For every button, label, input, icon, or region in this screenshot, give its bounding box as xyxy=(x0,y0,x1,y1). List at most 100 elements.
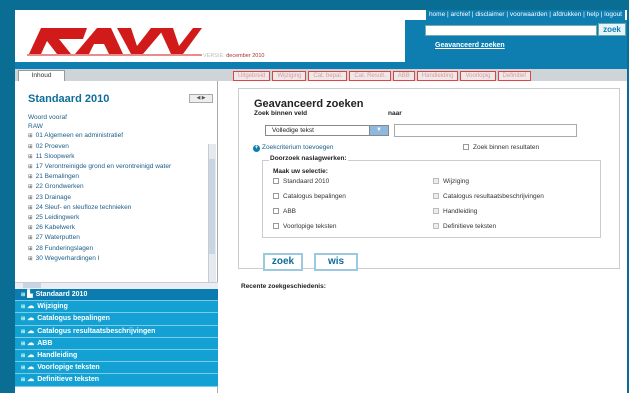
nav-archief[interactable]: archief xyxy=(451,11,471,18)
tree-item[interactable]: ⊞ 28 Funderingslagen xyxy=(28,244,218,254)
checkbox-icon[interactable] xyxy=(433,223,439,230)
tree-item[interactable]: Woord vooraf xyxy=(28,113,218,122)
expand-icon: ⊞ xyxy=(21,340,26,347)
expand-icon[interactable]: ⊞ xyxy=(28,225,33,231)
tab-inhoud[interactable]: Inhoud xyxy=(18,70,65,81)
expand-icon[interactable]: ⊞ xyxy=(28,215,33,221)
expand-icon: ⊞ xyxy=(21,365,26,372)
tree-item-label: 01 Algemeen en administratief xyxy=(35,132,124,140)
tree-item-label: 11 Sloopwerk xyxy=(35,152,75,160)
accordion-catalogus-resultaat[interactable]: ⊞ ☁ Catalogus resultaatsbeschrijvingen xyxy=(15,325,218,338)
accordion-label: Catalogus bepalingen xyxy=(37,315,110,323)
nav-voorwaarden[interactable]: voorwaarden xyxy=(510,11,548,18)
expand-icon[interactable]: ⊞ xyxy=(28,154,33,160)
quick-search-button[interactable]: zoek xyxy=(598,23,626,36)
checkbox-standaard-2010[interactable]: Standaard 2010 xyxy=(273,178,329,185)
tree-item[interactable]: ⊞ 01 Algemeen en administratief xyxy=(28,131,218,141)
expand-icon[interactable]: ⊞ xyxy=(28,174,33,180)
vertical-scroll-thumb[interactable] xyxy=(209,159,215,254)
tree-item[interactable]: ⊞ 23 Drainage xyxy=(28,193,218,203)
checkbox-icon[interactable] xyxy=(273,223,279,230)
tree-item[interactable]: ⊞ 27 Waterputten xyxy=(28,233,218,243)
field-label: Zoek binnen veld xyxy=(254,110,308,117)
sidebar-nav-arrows[interactable]: ◀ ▶ xyxy=(189,94,213,103)
tab-disabled: Voorlopig xyxy=(460,71,496,81)
nav-afdrukken[interactable]: afdrukken xyxy=(553,11,582,18)
expand-icon[interactable]: ⊞ xyxy=(28,246,33,252)
checkbox-icon[interactable] xyxy=(433,208,439,215)
header: VERSIE: december 2010 home | archief | d… xyxy=(15,10,627,68)
target-label: naar xyxy=(388,110,402,117)
checkbox-label: ABB xyxy=(283,208,297,215)
checkbox-catalogus-bepalingen[interactable]: Catalogus bepalingen xyxy=(273,193,346,200)
expand-icon: ⊞ xyxy=(21,304,26,311)
tree-item[interactable]: ⊞ 22 Grondwerken xyxy=(28,182,218,192)
tree-item-label: 02 Proeven xyxy=(35,142,69,150)
checkbox-icon[interactable] xyxy=(433,193,439,200)
expand-icon[interactable]: ⊞ xyxy=(28,195,33,201)
tree-item[interactable]: ⊞ 24 Sleuf- en sleufloze technieken xyxy=(28,203,218,213)
checkbox-label: Standaard 2010 xyxy=(283,178,330,185)
accordion-abb[interactable]: ⊞ ☁ ABB xyxy=(15,337,218,350)
tree-item[interactable]: RAW xyxy=(28,122,218,131)
accordion-handleiding[interactable]: ⊞ ☁ Handleiding xyxy=(15,349,218,363)
disabled-tabs: Uitgebreid Wijziging Cat. bepal. Cat. Re… xyxy=(233,71,531,81)
checkbox-label: Catalogus bepalingen xyxy=(283,193,346,200)
toc-tree: Woord vooraf RAW ⊞ 01 Algemeen en adminis… xyxy=(28,113,218,264)
tree-item[interactable]: ⊞ 11 Sloopwerk xyxy=(28,152,218,162)
accordion-voorlopige[interactable]: ⊞ ☁ Voorlopige teksten xyxy=(15,362,218,375)
expand-icon: ⊞ xyxy=(21,377,26,384)
version-label: VERSIE: xyxy=(203,53,225,59)
cloud-icon: ☁ xyxy=(27,376,35,384)
expand-icon[interactable]: ⊞ xyxy=(28,184,33,190)
accordion-catalogus-bepalingen[interactable]: ⊞ ☁ Catalogus bepalingen xyxy=(15,313,218,326)
accordion-definitieve[interactable]: ⊞ ☁ Definitieve teksten xyxy=(15,374,218,387)
tree-item[interactable]: ⊞ 25 Leidingwerk xyxy=(28,213,218,223)
checkbox-icon[interactable] xyxy=(273,208,279,215)
expand-icon: ⊞ xyxy=(21,316,26,323)
expand-icon[interactable]: ⊞ xyxy=(28,144,33,150)
tree-item[interactable]: ⊞ 21 Bemalingen xyxy=(28,172,218,182)
add-criterion-link[interactable]: + Zoekcriterium toevoegen xyxy=(253,144,334,152)
accordion-wijziging[interactable]: ⊞ ☁ Wijziging xyxy=(15,301,218,314)
nav-disclaimer[interactable]: disclaimer xyxy=(475,11,504,18)
expand-icon[interactable]: ⊞ xyxy=(28,235,33,241)
accordion: ⊞ ▙ Standaard 2010 ⊞ ☁ Wijziging ⊞ ☁ Catalogus… xyxy=(15,289,218,387)
accordion-standaard-2010[interactable]: ⊞ ▙ Standaard 2010 xyxy=(15,289,218,302)
checkbox-icon[interactable] xyxy=(273,193,279,200)
checkbox-definitieve-teksten[interactable]: Definitieve teksten xyxy=(433,223,496,230)
nav-logout[interactable]: logout xyxy=(604,11,622,18)
clear-button[interactable]: wis xyxy=(314,253,358,271)
expand-icon[interactable]: ⊞ xyxy=(28,256,33,262)
plus-icon: + xyxy=(253,145,260,152)
expand-icon[interactable]: ⊞ xyxy=(28,164,33,170)
page-title: Geavanceerd zoeken xyxy=(254,98,364,110)
tree-item[interactable]: ⊞ 26 Kabelwerk xyxy=(28,223,218,233)
checkbox-icon[interactable] xyxy=(433,178,439,185)
expand-icon[interactable]: ⊞ xyxy=(28,205,33,211)
checkbox-abb[interactable]: ABB xyxy=(273,208,296,215)
chevron-down-icon[interactable]: ▼ xyxy=(369,125,389,136)
search-term-input[interactable] xyxy=(394,124,577,137)
checkbox-handleiding[interactable]: Handleiding xyxy=(433,208,477,215)
horizontal-scrollbar[interactable] xyxy=(15,282,218,289)
checkbox-icon[interactable] xyxy=(273,178,279,185)
quick-search-input[interactable] xyxy=(425,25,597,36)
nav-help[interactable]: help xyxy=(587,11,599,18)
search-within-results-checkbox[interactable]: Zoek binnen resultaten xyxy=(463,144,539,151)
raw-logo[interactable] xyxy=(27,26,202,56)
checkbox-catalogus-resultaat[interactable]: Catalogus resultaatsbeschrijvingen xyxy=(433,193,544,200)
cloud-icon: ☁ xyxy=(27,303,35,311)
tab-disabled: Wijziging xyxy=(272,71,307,81)
tree-item[interactable]: ⊞ 30 Wegverhardingen I xyxy=(28,254,218,264)
nav-home[interactable]: home xyxy=(429,11,445,18)
search-button[interactable]: zoek xyxy=(263,253,303,271)
checkbox-wijziging[interactable]: Wijziging xyxy=(433,178,469,185)
horizontal-scroll-thumb[interactable] xyxy=(23,283,41,288)
tree-item[interactable]: ⊞ 02 Proeven xyxy=(28,142,218,152)
checkbox-icon[interactable] xyxy=(463,144,469,151)
expand-icon[interactable]: ⊞ xyxy=(28,133,33,139)
tree-item[interactable]: ⊞ 17 Verontreinigde grond en verontreinig… xyxy=(28,162,218,172)
checkbox-voorlopige-teksten[interactable]: Voorlopige teksten xyxy=(273,223,336,230)
advanced-search-link[interactable]: Geavanceerd zoeken xyxy=(435,42,505,49)
